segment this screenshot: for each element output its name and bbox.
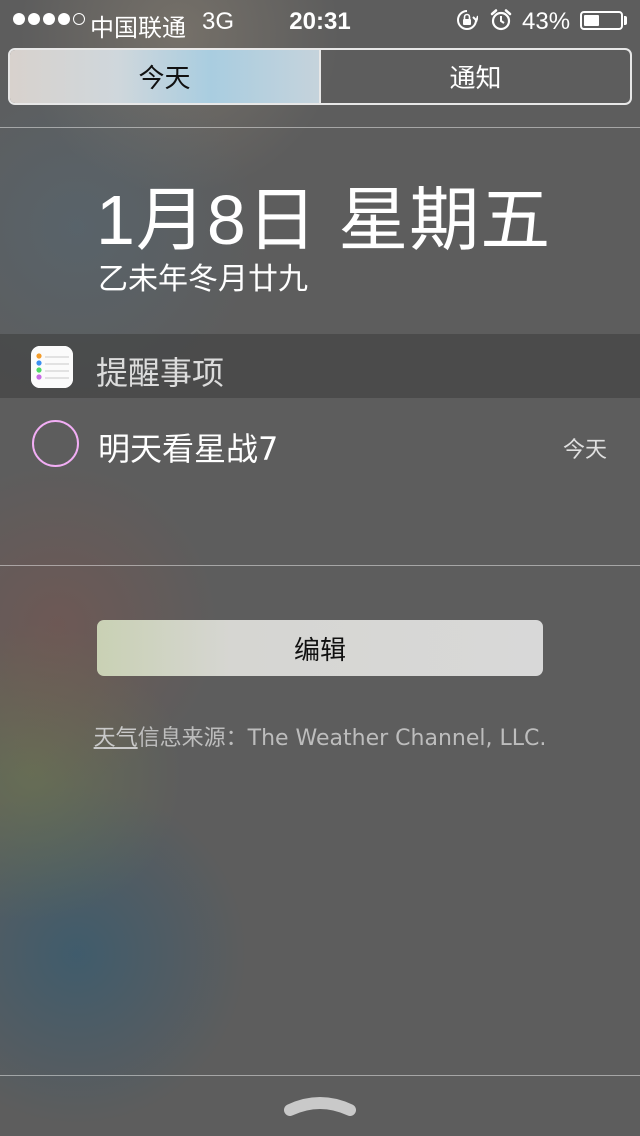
alarm-icon bbox=[490, 9, 512, 31]
chevron-up-grabber-icon[interactable] bbox=[284, 1092, 356, 1116]
rotation-lock-icon bbox=[457, 10, 478, 30]
battery-percent: 43% bbox=[522, 8, 571, 35]
tab-notifications[interactable]: 通知 bbox=[319, 50, 630, 103]
date-heading: 1月8日 星期五 bbox=[96, 181, 552, 259]
battery-nub bbox=[624, 16, 627, 25]
status-bar: 中国联通 3G 20:31 43% bbox=[0, 0, 640, 42]
divider bbox=[0, 565, 640, 566]
lunar-date: 乙未年冬月廿九 bbox=[98, 262, 308, 297]
divider bbox=[0, 1075, 640, 1076]
battery-icon bbox=[580, 11, 623, 30]
today-notifications-segmented-control: 今天 通知 bbox=[8, 48, 632, 105]
reminders-section-title: 提醒事项 bbox=[96, 354, 225, 392]
reminders-section-header[interactable]: 提醒事项 bbox=[0, 334, 640, 398]
edit-button-label: 编辑 bbox=[293, 635, 346, 666]
reminder-due-date: 今天 bbox=[562, 438, 607, 463]
attribution-text: 信息来源：The Weather Channel, LLC. bbox=[137, 726, 547, 751]
reminder-title[interactable]: 明天看星战7 bbox=[98, 424, 278, 470]
weather-attribution: 天气信息来源：The Weather Channel, LLC. bbox=[0, 720, 640, 752]
reminders-app-icon bbox=[31, 346, 73, 388]
edit-button[interactable]: 编辑 bbox=[97, 620, 543, 676]
reminder-complete-checkbox[interactable] bbox=[32, 420, 79, 467]
weather-link[interactable]: 天气 bbox=[94, 726, 138, 751]
divider bbox=[0, 127, 640, 128]
battery-level-fill bbox=[584, 15, 599, 26]
tab-today[interactable]: 今天 bbox=[10, 50, 319, 103]
